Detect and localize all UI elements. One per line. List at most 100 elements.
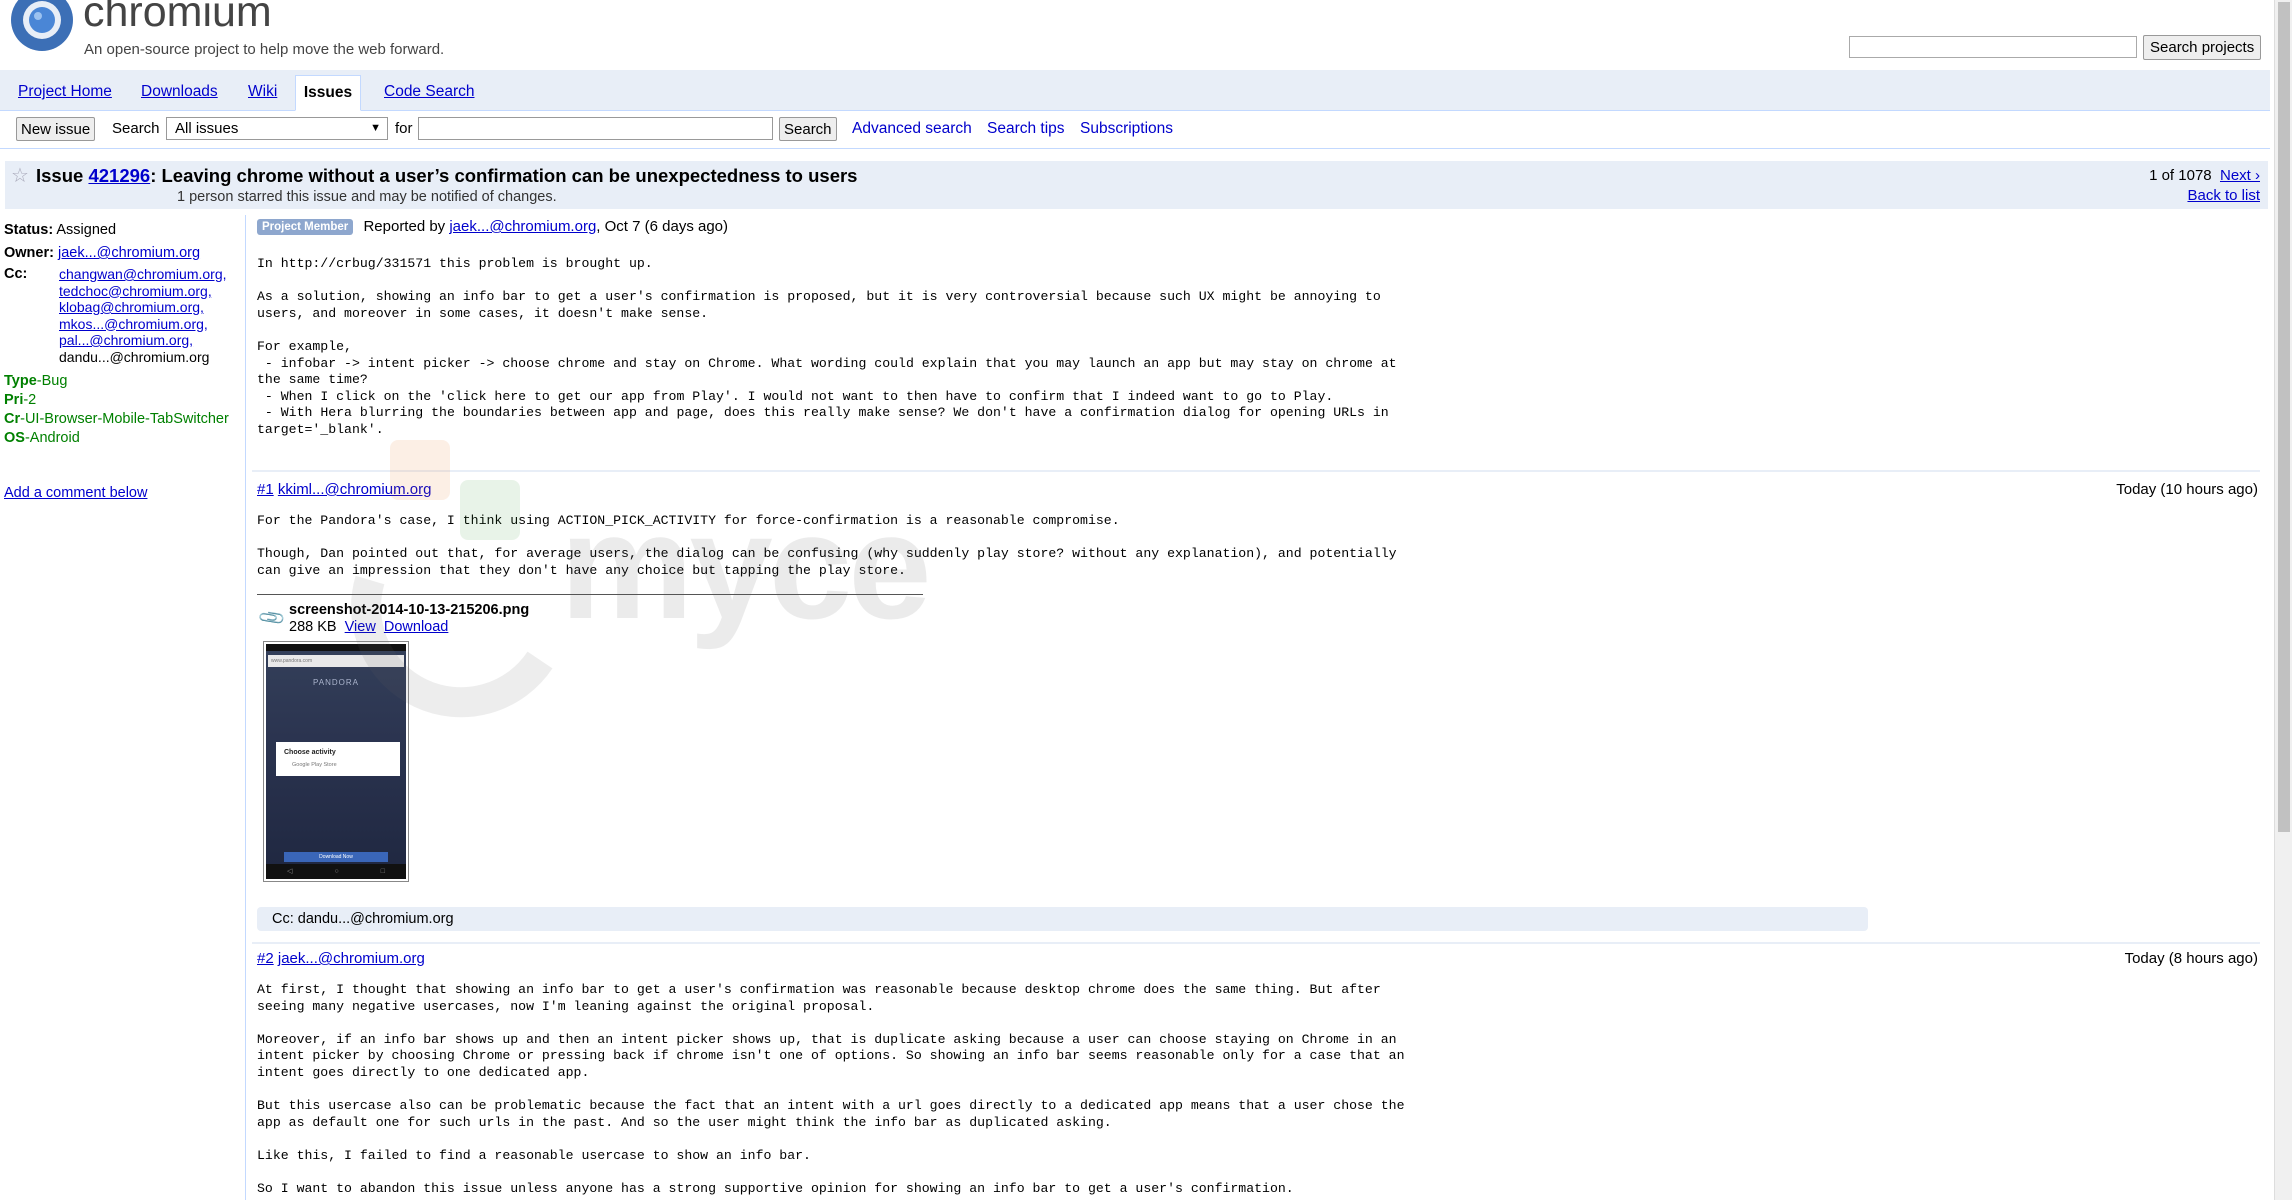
- comment-divider: [252, 470, 2260, 472]
- label-cr[interactable]: Cr-UI-Browser-Mobile-TabSwitcher: [4, 410, 244, 429]
- back-icon: ◁: [287, 868, 293, 875]
- cc-change-bar: Cc: dandu...@chromium.org: [257, 907, 1868, 931]
- attachment-download-link[interactable]: Download: [384, 619, 449, 635]
- attachment-meta: 288 KB View Download: [289, 619, 448, 635]
- cc-link[interactable]: mkos...@chromium.org,: [59, 316, 208, 332]
- issue-scope-value: All issues: [175, 120, 239, 137]
- comment-2-body: At first, I thought that showing an info…: [257, 982, 1405, 1197]
- comment-author-link[interactable]: kkiml...@chromium.org: [278, 481, 432, 498]
- owner-link[interactable]: jaek...@chromium.org: [58, 245, 200, 261]
- owner-key: Owner:: [4, 245, 54, 261]
- add-comment-link[interactable]: Add a comment below: [4, 485, 147, 501]
- labels-list: Type-Bug Pri-2 Cr-UI-Browser-Mobile-TabS…: [4, 372, 244, 448]
- comment-author-link[interactable]: jaek...@chromium.org: [278, 950, 425, 967]
- reported-by-label: Reported by: [363, 218, 446, 235]
- main-tabs: Project Home Downloads Wiki Issues Code …: [0, 70, 2270, 111]
- tab-code-search[interactable]: Code Search: [384, 83, 474, 101]
- next-issue-link[interactable]: Next ›: [2220, 167, 2260, 184]
- for-label: for: [395, 120, 413, 137]
- cc-link[interactable]: changwan@chromium.org,: [59, 266, 227, 282]
- page-header: chromium An open-source project to help …: [0, 0, 2270, 70]
- issue-prefix: Issue: [36, 165, 84, 186]
- issue-scope-select[interactable]: All issues ▼: [166, 117, 388, 140]
- attachment-divider: [257, 594, 923, 595]
- cc-row: Cc: changwan@chromium.org, tedchoc@chrom…: [4, 266, 244, 366]
- description-body: In http://crbug/331571 this problem is b…: [257, 256, 1397, 437]
- comment-number-link[interactable]: #1: [257, 481, 274, 498]
- star-icon[interactable]: ☆: [11, 163, 29, 188]
- column-divider: [245, 215, 246, 1200]
- tab-downloads[interactable]: Downloads: [141, 83, 218, 101]
- attachment-size: 288 KB: [289, 619, 337, 635]
- chromium-logo-icon[interactable]: [10, 0, 74, 52]
- reporter-link[interactable]: jaek...@chromium.org: [449, 218, 596, 235]
- issue-title: Issue 421296: Leaving chrome without a u…: [36, 165, 857, 187]
- label-pri[interactable]: Pri-2: [4, 391, 244, 410]
- comment-divider: [252, 942, 2260, 944]
- tab-project-home[interactable]: Project Home: [18, 83, 112, 101]
- thumbnail-dialog: Choose activity Google Play Store: [276, 742, 400, 776]
- comment-1-time: Today (10 hours ago): [2116, 481, 2258, 498]
- home-icon: ○: [334, 868, 339, 875]
- comment-1-header: #1 kkiml...@chromium.org: [257, 481, 431, 498]
- project-member-badge: Project Member: [257, 219, 354, 235]
- report-date: , Oct 7 (6 days ago): [596, 218, 729, 235]
- thumbnail-dialog-title: Choose activity: [284, 749, 336, 756]
- comment-2-time: Today (8 hours ago): [2124, 950, 2258, 967]
- pager-count: 1 of 1078: [2149, 167, 2212, 184]
- thumbnail-cta: Download Now: [284, 852, 388, 862]
- thumbnail-nav-bar: ◁ ○ □: [266, 864, 406, 879]
- issues-toolbar: New issue Search All issues ▼ for Search…: [0, 111, 2270, 149]
- cc-plain: dandu...@chromium.org: [59, 348, 210, 365]
- attachment-view-link[interactable]: View: [345, 619, 376, 635]
- recents-icon: □: [380, 868, 385, 875]
- thumbnail-url-bar: www.pandora.com: [268, 655, 404, 667]
- search-projects-button[interactable]: Search projects: [2143, 35, 2262, 60]
- scrollbar-thumb[interactable]: [2278, 2, 2290, 832]
- search-tips-link[interactable]: Search tips: [987, 120, 1065, 138]
- comment-number-link[interactable]: #2: [257, 950, 274, 967]
- cc-link[interactable]: tedchoc@chromium.org,: [59, 283, 212, 299]
- cc-key: Cc:: [4, 266, 28, 282]
- dropdown-arrow-icon: ▼: [370, 122, 381, 134]
- thumbnail-status-bar: [266, 644, 406, 651]
- attachment-thumbnail[interactable]: www.pandora.com PANDORA Choose activity …: [263, 641, 409, 882]
- subscriptions-link[interactable]: Subscriptions: [1080, 120, 1173, 138]
- status-key: Status:: [4, 222, 54, 238]
- new-issue-button[interactable]: New issue: [16, 117, 96, 141]
- paperclip-icon: 📎: [256, 603, 287, 633]
- advanced-search-link[interactable]: Advanced search: [852, 120, 972, 138]
- thumbnail-brand: PANDORA: [313, 678, 359, 687]
- issue-id-link[interactable]: 421296: [88, 165, 150, 186]
- search-label: Search: [112, 120, 160, 137]
- comment-2-header: #2 jaek...@chromium.org: [257, 950, 425, 967]
- status-value: Assigned: [56, 222, 117, 238]
- search-button[interactable]: Search: [779, 117, 837, 141]
- thumbnail-dialog-item: Google Play Store: [292, 762, 337, 768]
- project-subtitle: An open-source project to help move the …: [84, 41, 445, 58]
- issue-pager: 1 of 1078 Next › Back to list: [2149, 167, 2260, 204]
- issue-header: ☆ Issue 421296: Leaving chrome without a…: [5, 161, 2268, 209]
- issue-query-input[interactable]: [418, 117, 773, 140]
- tab-issues[interactable]: Issues: [295, 75, 361, 111]
- watermark: mycе: [330, 430, 1030, 760]
- cc-list: changwan@chromium.org, tedchoc@chromium.…: [59, 266, 227, 365]
- attachment-filename: screenshot-2014-10-13-215206.png: [289, 602, 530, 618]
- description-header: Project Member Reported by jaek...@chrom…: [257, 218, 728, 235]
- project-title[interactable]: chromium: [83, 0, 272, 37]
- label-os[interactable]: OS-Android: [4, 429, 244, 448]
- label-type[interactable]: Type-Bug: [4, 372, 244, 391]
- thumbnail-screen: www.pandora.com PANDORA Choose activity …: [266, 644, 406, 879]
- search-projects-input[interactable]: [1849, 36, 2137, 58]
- cc-link[interactable]: pal...@chromium.org,: [59, 332, 193, 348]
- status-row: Status: Assigned: [4, 222, 244, 239]
- page-scrollbar[interactable]: [2274, 0, 2292, 1200]
- cc-link[interactable]: klobag@chromium.org,: [59, 299, 204, 315]
- issue-summary: : Leaving chrome without a user’s confir…: [150, 165, 858, 186]
- comment-1-body: For the Pandora's case, I think using AC…: [257, 513, 1397, 578]
- owner-row: Owner: jaek...@chromium.org: [4, 245, 244, 262]
- issue-metadata: Status: Assigned Owner: jaek...@chromium…: [4, 222, 244, 448]
- tab-wiki[interactable]: Wiki: [248, 83, 277, 101]
- starred-note: 1 person starred this issue and may be n…: [177, 189, 557, 205]
- back-to-list-link[interactable]: Back to list: [2187, 187, 2260, 204]
